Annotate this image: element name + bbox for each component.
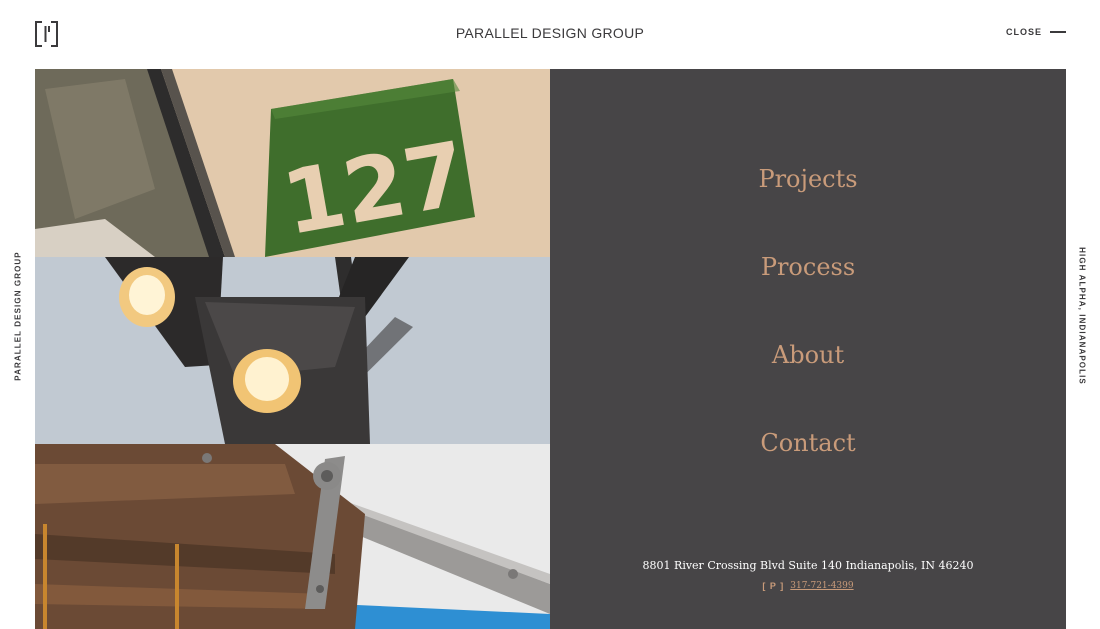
close-label: CLOSE [1005, 27, 1042, 37]
side-label-right: HIGH ALPHA, INDIANAPOLIS [1076, 246, 1088, 385]
close-menu-button[interactable]: CLOSE [1006, 27, 1066, 37]
menu-item-about[interactable]: About [550, 341, 1066, 369]
barn-door-hardware-photo [35, 444, 550, 629]
phone-bracket-icon: [ P ] [762, 581, 785, 591]
side-label-left-text: PARALLEL DESIGN GROUP [13, 250, 23, 381]
phone-link[interactable]: 317-721-4399 [790, 581, 853, 591]
menu-item-contact[interactable]: Contact [550, 429, 1066, 457]
photo-column: 127 [35, 69, 550, 629]
site-title[interactable]: PARALLEL DESIGN GROUP [0, 25, 1100, 41]
side-label-left: PARALLEL DESIGN GROUP [12, 250, 24, 381]
menu-item-projects[interactable]: Projects [550, 165, 1066, 193]
phone-row: [ P ] 317-721-4399 [550, 581, 1066, 591]
close-dash-icon [1050, 31, 1066, 33]
menu-panel: Projects Process About Contact 8801 Rive… [550, 69, 1066, 629]
side-label-right-text: HIGH ALPHA, INDIANAPOLIS [1077, 246, 1087, 385]
pendant-lamps-photo [35, 257, 550, 444]
menu-item-process[interactable]: Process [550, 253, 1066, 281]
green-127-sign-photo: 127 [35, 69, 550, 257]
office-address: 8801 River Crossing Blvd Suite 140 India… [642, 559, 974, 572]
